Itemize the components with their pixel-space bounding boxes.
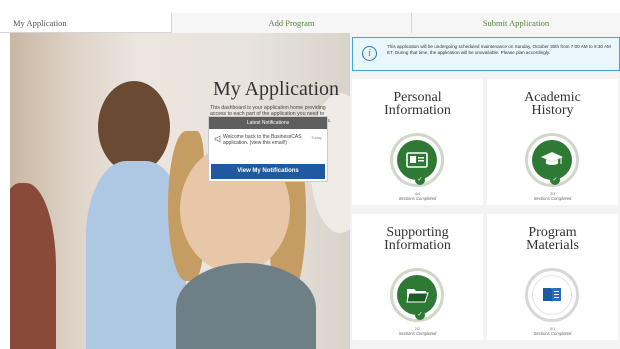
id-card-icon [406, 152, 428, 168]
megaphone-icon [214, 135, 222, 145]
program-materials-card[interactable]: Program Materials 0/1 Sections Completed [487, 214, 618, 340]
tab-my-application[interactable]: My Application [0, 13, 172, 33]
alert-text: This application will be undergoing sche… [387, 44, 611, 55]
notifications-header: Latest Notifications [209, 117, 327, 129]
sections-completed-label: Sections Completed [398, 196, 437, 201]
photo-jacket [176, 263, 316, 349]
card-title: Academic History [524, 90, 581, 118]
photo-person-back [98, 81, 170, 173]
graduation-cap-icon [541, 152, 563, 165]
personal-information-card[interactable]: Personal Information ✓ 4/4 Sections Comp… [352, 79, 483, 205]
card-title: Supporting Information [384, 225, 451, 253]
folder-icon [406, 289, 429, 303]
notifications-panel: Latest Notifications Welcome back to the… [208, 116, 328, 182]
check-icon: ✓ [415, 175, 425, 185]
sections-completed-label: Sections Completed [533, 196, 572, 201]
maintenance-alert: i This application will be undergoing sc… [352, 37, 620, 71]
progress-ring [525, 268, 579, 322]
info-icon: i [362, 46, 377, 61]
check-icon: ✓ [415, 310, 425, 320]
book-icon [543, 288, 561, 302]
page-title: My Application [212, 78, 340, 100]
check-icon: ✓ [550, 175, 560, 185]
progress-ring: ✓ [390, 268, 444, 322]
card-title: Program Materials [526, 225, 579, 253]
view-notifications-button[interactable]: View My Notifications [211, 164, 325, 179]
sections-completed-label: Sections Completed [398, 331, 437, 336]
progress-ring: ✓ [525, 133, 579, 187]
photo-person-left [10, 183, 56, 349]
notification-message: Welcome back to the BusinessCAS applicat… [223, 134, 302, 146]
top-tabs: My Application Add Program Submit Applic… [0, 13, 620, 33]
card-title: Personal Information [384, 90, 451, 118]
progress-ring: ✓ [390, 133, 444, 187]
hero-photo: My Application This dashboard is your ap… [10, 33, 350, 349]
notification-item[interactable]: Welcome back to the BusinessCAS applicat… [209, 129, 327, 163]
sections-completed-label: Sections Completed [533, 331, 572, 336]
tab-add-program[interactable]: Add Program [172, 13, 412, 33]
notification-date: Today [311, 135, 322, 140]
tab-submit-application[interactable]: Submit Application [412, 13, 620, 33]
academic-history-card[interactable]: Academic History ✓ 3/3 Sections Complete… [487, 79, 618, 205]
dashboard-panel: i This application will be undergoing sc… [350, 33, 620, 349]
supporting-information-card[interactable]: Supporting Information ✓ 2/2 Sections Co… [352, 214, 483, 340]
